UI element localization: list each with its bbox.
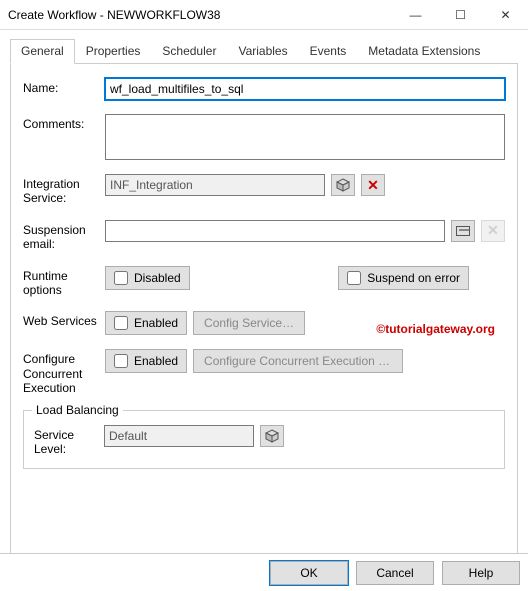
help-button[interactable]: Help xyxy=(442,561,520,585)
ok-button[interactable]: OK xyxy=(270,561,348,585)
tab-properties[interactable]: Properties xyxy=(75,39,152,64)
cce-enabled-checkbox-label: Enabled xyxy=(134,354,178,368)
window-title: Create Workflow - NEWWORKFLOW38 xyxy=(8,8,393,22)
watermark: ©tutorialgateway.org xyxy=(376,322,495,338)
service-level-input[interactable] xyxy=(104,425,254,447)
service-level-browse-button[interactable] xyxy=(260,425,284,447)
email-browse-button[interactable] xyxy=(451,220,475,242)
config-cce-button: Configure Concurrent Execution … xyxy=(193,349,403,373)
web-enabled-checkbox-label: Enabled xyxy=(134,316,178,330)
integration-browse-button[interactable] xyxy=(331,174,355,196)
title-bar: Create Workflow - NEWWORKFLOW38 — ☐ ✕ xyxy=(0,0,528,30)
close-button[interactable]: ✕ xyxy=(483,0,528,30)
suspend-checkbox-input[interactable] xyxy=(347,271,361,285)
integration-input[interactable] xyxy=(105,174,325,196)
runtime-label: Runtime options xyxy=(23,266,105,298)
web-enabled-checkbox[interactable]: Enabled xyxy=(105,311,187,335)
web-enabled-checkbox-input[interactable] xyxy=(114,316,128,330)
suspend-checkbox[interactable]: Suspend on error xyxy=(338,266,469,290)
web-label: Web Services xyxy=(23,311,105,328)
name-input[interactable] xyxy=(105,78,505,100)
comments-textarea[interactable] xyxy=(105,114,505,160)
x-icon: ✕ xyxy=(487,222,499,239)
disabled-checkbox[interactable]: Disabled xyxy=(105,266,190,290)
x-icon: ✕ xyxy=(367,177,379,194)
concurrent-label: Configure Concurrent Execution xyxy=(23,349,105,395)
cube-icon xyxy=(265,429,279,443)
cube-icon xyxy=(336,178,350,192)
address-card-icon xyxy=(456,226,470,236)
load-balancing-group: Load Balancing Service Level: xyxy=(23,410,505,470)
service-level-label: Service Level: xyxy=(34,425,104,457)
tab-general[interactable]: General xyxy=(10,39,75,64)
name-label: Name: xyxy=(23,78,105,95)
suspension-label: Suspension email: xyxy=(23,220,105,252)
comments-label: Comments: xyxy=(23,114,105,131)
disabled-checkbox-input[interactable] xyxy=(114,271,128,285)
config-service-button: Config Service… xyxy=(193,311,305,335)
cce-enabled-checkbox-input[interactable] xyxy=(114,354,128,368)
tab-strip: General Properties Scheduler Variables E… xyxy=(10,38,518,64)
disabled-checkbox-label: Disabled xyxy=(134,271,181,285)
tab-scheduler[interactable]: Scheduler xyxy=(151,39,227,64)
cce-enabled-checkbox[interactable]: Enabled xyxy=(105,349,187,373)
tab-events[interactable]: Events xyxy=(299,39,358,64)
integration-label: Integration Service: xyxy=(23,174,105,206)
suspension-input[interactable] xyxy=(105,220,445,242)
email-clear-button[interactable]: ✕ xyxy=(481,220,505,242)
minimize-button[interactable]: — xyxy=(393,0,438,30)
cancel-button[interactable]: Cancel xyxy=(356,561,434,585)
suspend-checkbox-label: Suspend on error xyxy=(367,271,460,285)
client-area: General Properties Scheduler Variables E… xyxy=(0,30,528,562)
maximize-button[interactable]: ☐ xyxy=(438,0,483,30)
tab-variables[interactable]: Variables xyxy=(227,39,298,64)
dialog-footer: OK Cancel Help xyxy=(0,553,528,591)
general-panel: Name: Comments: Integration Service: ✕ xyxy=(10,64,518,562)
load-balancing-legend: Load Balancing xyxy=(32,403,123,417)
integration-clear-button[interactable]: ✕ xyxy=(361,174,385,196)
tab-metadata[interactable]: Metadata Extensions xyxy=(357,39,491,64)
